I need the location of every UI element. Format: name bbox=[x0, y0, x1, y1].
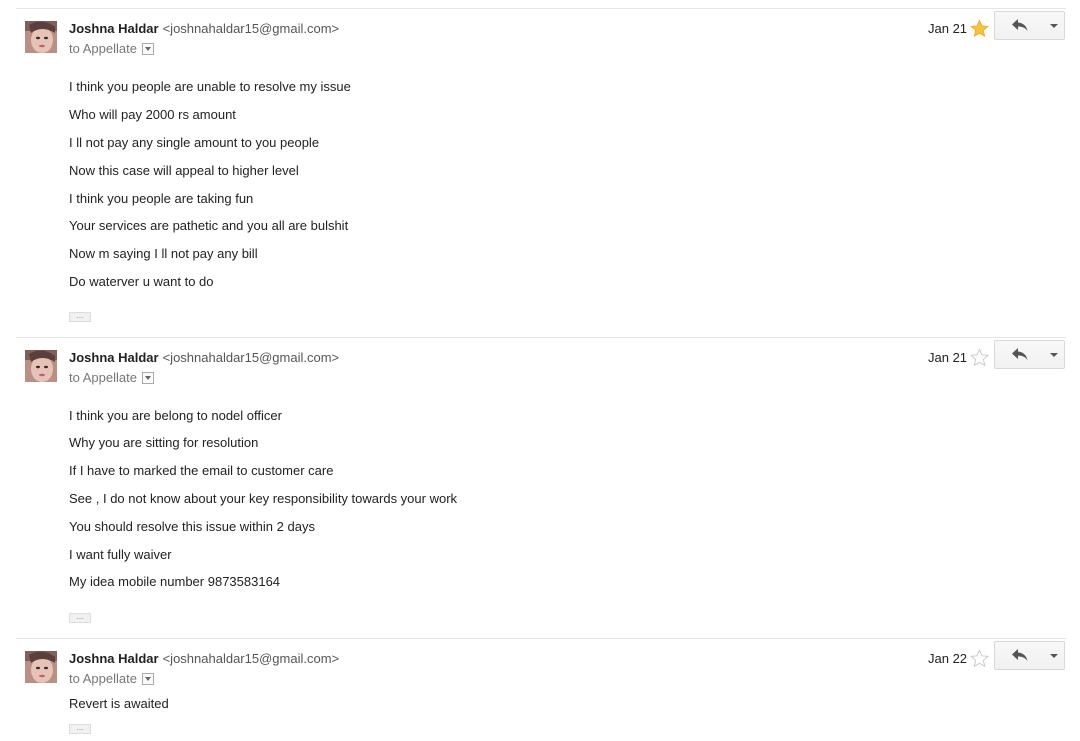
sender-line: Joshna Haldar <joshnahaldar15@gmail.com> bbox=[69, 21, 339, 37]
reply-button[interactable] bbox=[994, 340, 1045, 369]
message-body-line: Now this case will appeal to higher leve… bbox=[69, 163, 299, 178]
show-details-icon[interactable] bbox=[141, 42, 154, 55]
recipient-line: to Appellate bbox=[69, 370, 154, 386]
reply-button[interactable] bbox=[994, 11, 1045, 40]
sender-avatar[interactable] bbox=[25, 651, 57, 683]
show-trimmed-content-button[interactable]: ... bbox=[69, 613, 91, 623]
message-body-line: Why you are sitting for resolution bbox=[69, 435, 259, 450]
recipient-line: to Appellate bbox=[69, 671, 154, 687]
message-body-line: I think you people are unable to resolve… bbox=[69, 79, 351, 94]
message-date: Jan 21 bbox=[928, 350, 968, 365]
sender-email: <joshnahaldar15@gmail.com> bbox=[162, 21, 340, 36]
message-body-line: Who will pay 2000 rs amount bbox=[69, 107, 236, 122]
sender-name[interactable]: Joshna Haldar bbox=[69, 651, 159, 666]
reply-icon bbox=[1012, 348, 1028, 360]
message-body-line: My idea mobile number 9873583164 bbox=[69, 574, 281, 589]
message-date: Jan 22 bbox=[928, 651, 968, 666]
message-body-line: I want fully waiver bbox=[69, 547, 172, 562]
message-body-line: I think you people are taking fun bbox=[69, 191, 254, 206]
message-date: Jan 21 bbox=[928, 21, 968, 36]
reply-button-group bbox=[994, 340, 1065, 369]
more-options-button[interactable] bbox=[1044, 11, 1065, 40]
reply-button[interactable] bbox=[994, 641, 1045, 670]
star-outline-icon[interactable] bbox=[970, 348, 989, 367]
reply-button-group bbox=[994, 641, 1065, 670]
recipient-label: to Appellate bbox=[69, 370, 137, 385]
sender-avatar[interactable] bbox=[25, 21, 57, 53]
message-body-line: I think you are belong to nodel officer bbox=[69, 408, 282, 423]
message-divider bbox=[16, 638, 1066, 639]
star-outline-icon[interactable] bbox=[970, 649, 989, 668]
recipient-line: to Appellate bbox=[69, 41, 154, 57]
message-body-line: I ll not pay any single amount to you pe… bbox=[69, 135, 320, 150]
sender-email: <joshnahaldar15@gmail.com> bbox=[162, 350, 340, 365]
message-body-line: If I have to marked the email to custome… bbox=[69, 463, 334, 478]
message-divider bbox=[16, 337, 1066, 338]
sender-email: <joshnahaldar15@gmail.com> bbox=[162, 651, 340, 666]
star-filled-icon[interactable] bbox=[970, 19, 989, 38]
message-body-line: Do waterver u want to do bbox=[69, 274, 214, 289]
show-details-icon[interactable] bbox=[141, 371, 154, 384]
more-options-button[interactable] bbox=[1044, 641, 1065, 670]
sender-name[interactable]: Joshna Haldar bbox=[69, 21, 159, 36]
sender-line: Joshna Haldar <joshnahaldar15@gmail.com> bbox=[69, 350, 339, 366]
recipient-label: to Appellate bbox=[69, 41, 137, 56]
sender-line: Joshna Haldar <joshnahaldar15@gmail.com> bbox=[69, 651, 339, 667]
reply-icon bbox=[1012, 19, 1028, 31]
message-body-line: Revert is awaited bbox=[69, 696, 169, 711]
sender-name[interactable]: Joshna Haldar bbox=[69, 350, 159, 365]
top-divider bbox=[16, 8, 1066, 9]
show-trimmed-content-button[interactable]: ... bbox=[69, 312, 91, 322]
show-details-icon[interactable] bbox=[141, 672, 154, 685]
email-message[interactable]: Joshna Haldar <joshnahaldar15@gmail.com> … bbox=[0, 641, 1080, 739]
sender-avatar[interactable] bbox=[25, 350, 57, 382]
email-message[interactable]: Joshna Haldar <joshnahaldar15@gmail.com> … bbox=[0, 11, 1080, 326]
message-body-line: Your services are pathetic and you all a… bbox=[69, 218, 349, 233]
recipient-label: to Appellate bbox=[69, 671, 137, 686]
show-trimmed-content-button[interactable]: ... bbox=[69, 724, 91, 734]
reply-button-group bbox=[994, 11, 1065, 40]
message-body-line: See , I do not know about your key respo… bbox=[69, 491, 458, 506]
reply-icon bbox=[1012, 649, 1028, 661]
more-options-button[interactable] bbox=[1044, 340, 1065, 369]
message-body-line: Now m saying I ll not pay any bill bbox=[69, 246, 258, 261]
email-message[interactable]: Joshna Haldar <joshnahaldar15@gmail.com> … bbox=[0, 340, 1080, 628]
message-body-line: You should resolve this issue within 2 d… bbox=[69, 519, 315, 534]
